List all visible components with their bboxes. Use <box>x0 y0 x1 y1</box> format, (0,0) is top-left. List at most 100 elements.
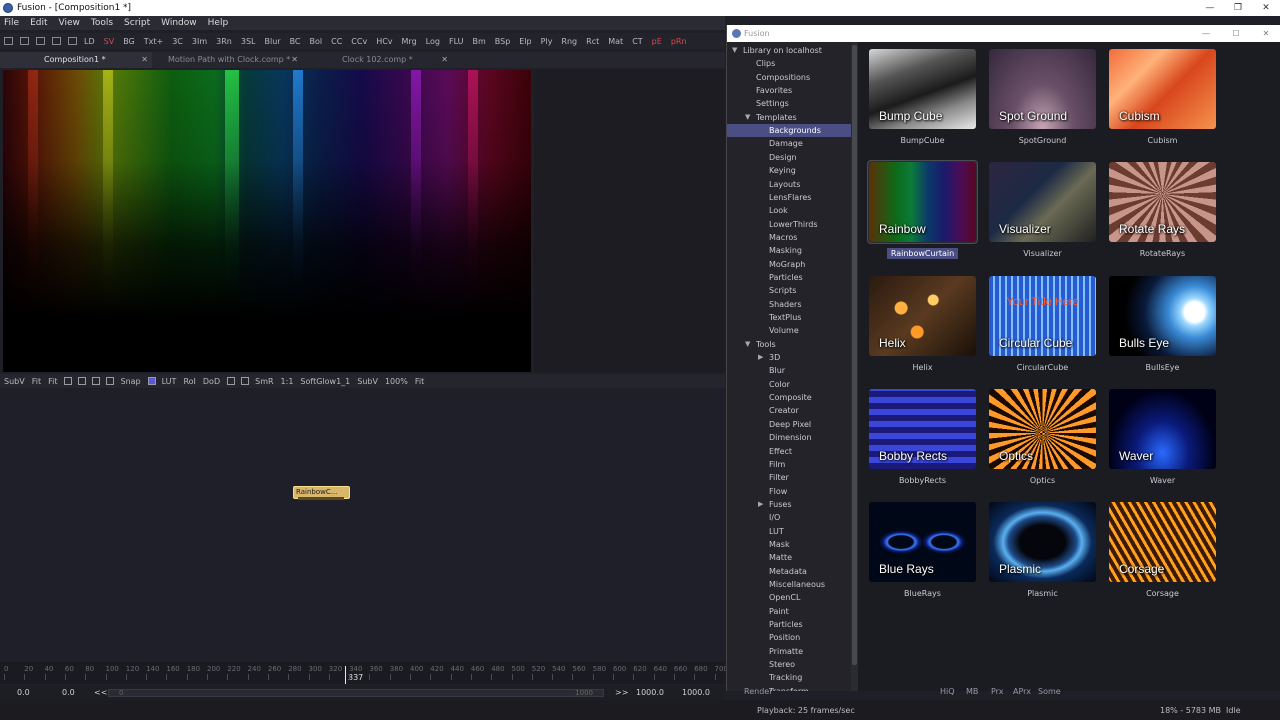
template-caption[interactable]: RainbowCurtain <box>869 248 976 260</box>
menu-window[interactable]: Window <box>161 18 197 28</box>
flow-view[interactable] <box>0 392 725 660</box>
snap-button[interactable]: Snap <box>120 377 140 386</box>
template-thumbnail[interactable]: Plasmic <box>989 502 1096 583</box>
template-caption[interactable]: RotateRays <box>1109 249 1216 258</box>
smr-button[interactable]: SmR <box>255 377 273 386</box>
tree-item[interactable]: Mask <box>769 538 790 551</box>
time-range-slider[interactable]: 0 1000 <box>108 689 604 697</box>
tool-button[interactable]: HCv <box>376 37 392 46</box>
roi-button[interactable]: RoI <box>183 377 195 386</box>
zoom-button[interactable]: 100% <box>385 377 408 386</box>
viewed-node-label[interactable]: SoftGlow1_1 <box>300 377 350 386</box>
tool-button[interactable]: Mrg <box>402 37 417 46</box>
tool-button[interactable]: Elp <box>519 37 531 46</box>
menu-script[interactable]: Script <box>124 18 150 28</box>
tool-button[interactable]: Rng <box>561 37 577 46</box>
template-thumbnail[interactable]: Spot Ground <box>989 49 1096 129</box>
expand-arrow-icon[interactable]: ▼ <box>732 46 737 54</box>
pick-icon[interactable] <box>78 377 87 385</box>
template-caption[interactable]: BobbyRects <box>869 476 976 485</box>
tool-button[interactable]: Log <box>426 37 440 46</box>
tool-button[interactable]: CT <box>632 37 642 46</box>
minimize-button[interactable]: — <box>1196 0 1224 16</box>
render-button[interactable]: Render <box>744 687 772 696</box>
tree-item[interactable]: Miscellaneous <box>769 578 825 591</box>
tree-item[interactable]: I/O <box>769 511 780 524</box>
color-channel-icon[interactable] <box>147 377 156 385</box>
tree-item[interactable]: Metadata <box>769 565 807 578</box>
fit-button[interactable]: Fit <box>32 377 41 386</box>
tree-item[interactable]: Creator <box>769 404 799 417</box>
tree-item[interactable]: Layouts <box>769 178 800 191</box>
global-start-field[interactable]: 0.0 <box>17 688 30 697</box>
viewer-right[interactable] <box>534 70 725 372</box>
template-thumbnail[interactable]: Rotate Rays <box>1109 162 1216 243</box>
minimize-button[interactable]: — <box>1191 25 1221 42</box>
menu-edit[interactable]: Edit <box>30 18 47 28</box>
template-thumbnail[interactable]: Your Title Here Circular Cube <box>989 275 1096 356</box>
template-caption[interactable]: BullsEye <box>1109 363 1216 372</box>
template-thumbnail[interactable]: Bulls Eye <box>1109 275 1216 356</box>
template-thumbnail[interactable]: Visualizer <box>989 162 1096 243</box>
forward-button[interactable]: >> <box>615 688 628 697</box>
template-caption[interactable]: Optics <box>989 476 1096 485</box>
tool-button[interactable]: CC <box>331 37 342 46</box>
template-caption[interactable]: CircularCube <box>989 363 1096 372</box>
tool-button[interactable]: CCv <box>351 37 367 46</box>
template-caption[interactable]: Cubism <box>1109 136 1216 145</box>
template-caption[interactable]: BlueRays <box>869 589 976 598</box>
close-tab-icon[interactable]: ✕ <box>441 52 448 68</box>
tree-item[interactable]: Favorites <box>756 84 792 97</box>
subview-button[interactable]: SubV <box>357 377 378 386</box>
expand-arrow-icon[interactable]: ▼ <box>745 113 750 121</box>
tree-item[interactable]: 3D <box>769 351 780 364</box>
layout-icon[interactable] <box>52 37 61 45</box>
ratio-button[interactable]: 1:1 <box>281 377 294 386</box>
tool-button[interactable]: 3SL <box>241 37 256 46</box>
fit-button[interactable]: Fit <box>415 377 424 386</box>
tree-item[interactable]: LensFlares <box>769 191 811 204</box>
some-toggle[interactable]: Some <box>1038 687 1061 696</box>
template-thumbnail[interactable]: Rainbow <box>869 162 976 243</box>
tree-item[interactable]: Particles <box>769 271 803 284</box>
tree-item[interactable]: Clips <box>756 57 775 70</box>
tree-item[interactable]: Flow <box>769 485 787 498</box>
tree-item[interactable]: Tools <box>756 338 776 351</box>
tree-item[interactable]: Dimension <box>769 431 812 444</box>
layout-icon[interactable] <box>36 37 45 45</box>
tool-button[interactable]: Bol <box>310 37 323 46</box>
template-caption[interactable]: SpotGround <box>989 136 1096 145</box>
template-caption[interactable]: BumpCube <box>869 136 976 145</box>
layout-icon[interactable] <box>20 37 29 45</box>
render-start-field[interactable]: 0.0 <box>62 688 75 697</box>
render-end-field[interactable]: 1000.0 <box>636 688 664 697</box>
rewind-button[interactable]: << <box>94 688 107 697</box>
prx-toggle[interactable]: Prx <box>991 687 1004 696</box>
close-button[interactable]: ✕ <box>1252 0 1280 16</box>
tree-item[interactable]: Composite <box>769 391 812 404</box>
global-end-field[interactable]: 1000.0 <box>682 688 710 697</box>
menu-help[interactable]: Help <box>208 18 229 28</box>
lock-icon[interactable] <box>227 377 236 385</box>
tool-button[interactable]: BSp <box>495 37 511 46</box>
tool-button[interactable]: Bm <box>472 37 485 46</box>
tree-item[interactable]: Keying <box>769 164 796 177</box>
tree-item[interactable]: LUT <box>769 525 784 538</box>
tree-item[interactable]: Settings <box>756 97 789 110</box>
tree-item[interactable]: Templates <box>756 111 797 124</box>
tree-item[interactable]: Transform <box>769 685 809 691</box>
tree-item[interactable]: MoGraph <box>769 258 805 271</box>
collapse-arrow-icon[interactable]: ▶ <box>758 500 763 508</box>
tool-button[interactable]: LD <box>84 37 95 46</box>
tool-button[interactable]: SV <box>104 37 115 46</box>
template-thumbnail[interactable]: Waver <box>1109 388 1216 469</box>
tool-button[interactable]: 3Rn <box>216 37 232 46</box>
tree-item[interactable]: Matte <box>769 551 792 564</box>
subview-button[interactable]: SubV <box>4 377 25 386</box>
tool-button[interactable]: pE <box>652 37 662 46</box>
tree-item[interactable]: Stereo <box>769 658 795 671</box>
tree-item[interactable]: LowerThirds <box>769 218 818 231</box>
tool-button[interactable]: Txt+ <box>144 37 163 46</box>
tree-item[interactable]: Scripts <box>769 284 796 297</box>
fit-button[interactable]: Fit <box>48 377 57 386</box>
